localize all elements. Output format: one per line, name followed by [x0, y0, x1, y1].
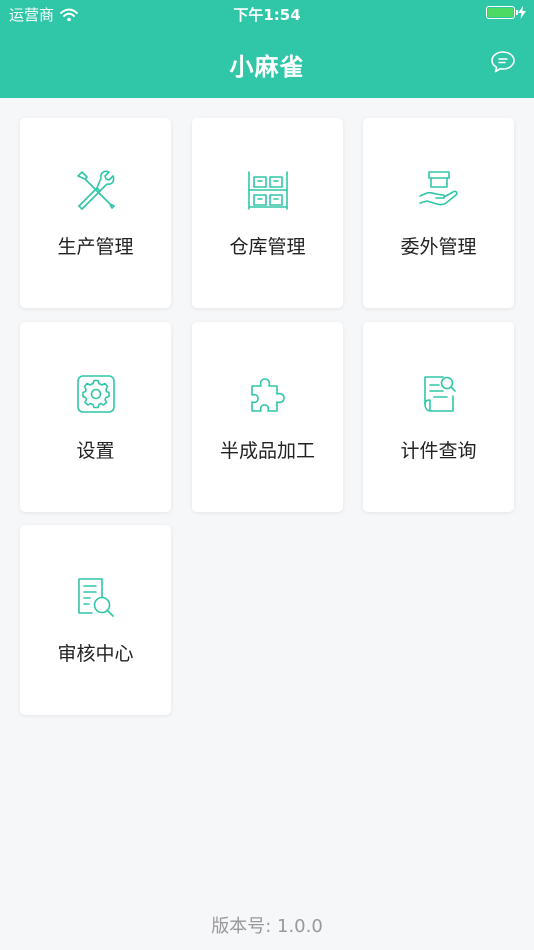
app-header: 运营商 下午1:54 小麻雀: [0, 0, 534, 98]
tile-semi-finished-processing[interactable]: 半成品加工: [192, 322, 343, 512]
document-search-icon: [423, 376, 456, 412]
tile-label: 设置: [76, 440, 115, 462]
audit-search-icon: [77, 578, 114, 617]
tile-warehouse-management[interactable]: 仓库管理: [192, 118, 343, 308]
tile-label: 计件查询: [400, 440, 477, 462]
tile-label: 半成品加工: [219, 440, 315, 462]
tile-settings[interactable]: 设置: [20, 322, 171, 512]
tile-production-management[interactable]: 生产管理: [20, 118, 171, 308]
tile-label: 生产管理: [57, 236, 134, 258]
gear-icon: [76, 375, 115, 413]
puzzle-icon: [250, 378, 285, 412]
status-bar: 运营商 下午1:54: [0, 0, 534, 28]
battery-icon: [486, 6, 518, 19]
tools-icon: [76, 170, 115, 210]
charging-bolt-icon: [518, 6, 526, 19]
tile-outsource-management[interactable]: 委外管理: [363, 118, 514, 308]
tile-label: 审核中心: [57, 643, 134, 665]
tile-audit-center[interactable]: 审核中心: [20, 525, 171, 715]
battery-status: [486, 6, 526, 19]
status-time: 下午1:54: [233, 6, 301, 24]
chat-bubble-icon[interactable]: [490, 50, 516, 74]
tile-label: 委外管理: [400, 236, 477, 258]
tile-label: 仓库管理: [229, 236, 306, 258]
version-label: 版本号: 1.0.0: [211, 916, 323, 937]
warehouse-shelf-icon: [247, 171, 288, 210]
tile-piecework-query[interactable]: 计件查询: [363, 322, 514, 512]
page-title: 小麻雀: [229, 53, 305, 81]
outsource-hand-box-icon: [418, 171, 458, 206]
